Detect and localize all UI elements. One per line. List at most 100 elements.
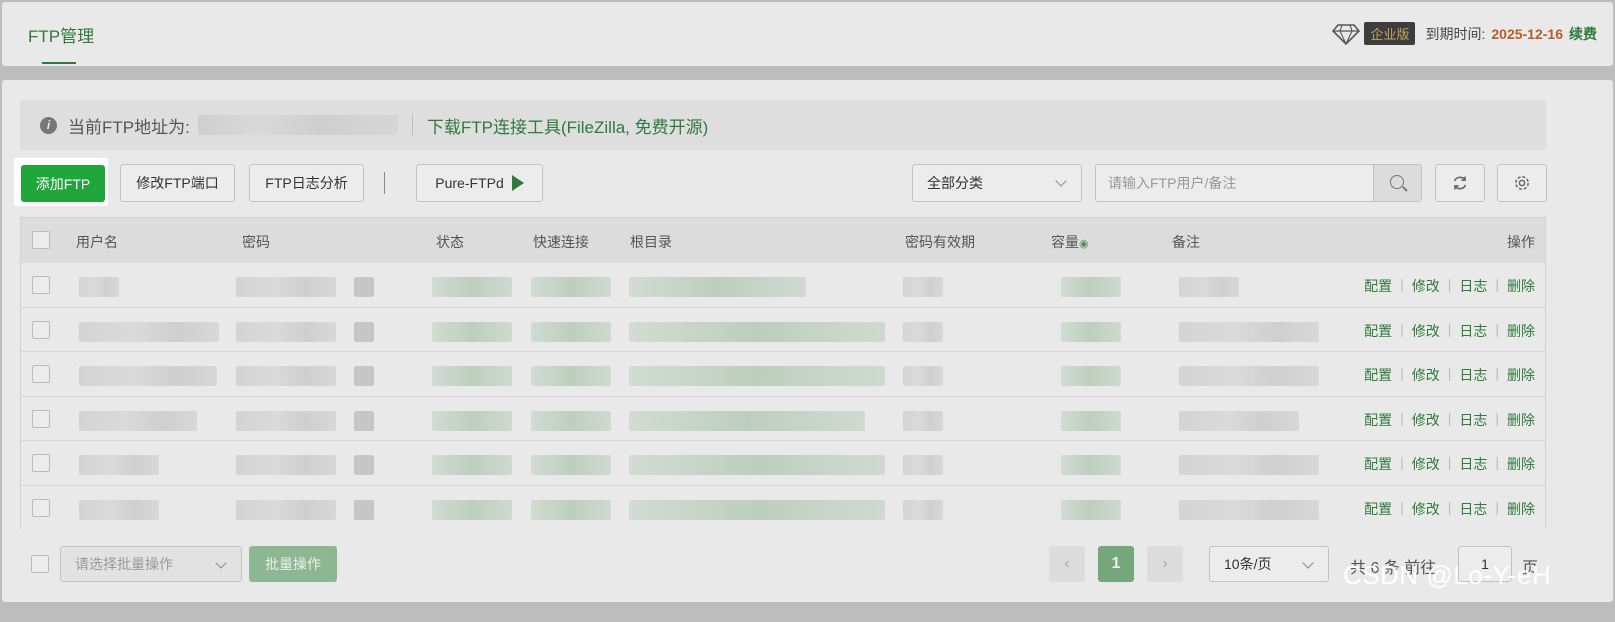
row-actions: 配置 | 修改 | 日志 | 删除 bbox=[1356, 499, 1535, 519]
edit-link[interactable]: 修改 bbox=[1404, 321, 1448, 341]
batch-operation-button[interactable]: 批量操作 bbox=[249, 546, 337, 582]
license-info: 企业版 到期时间: 2025-12-16 续费 bbox=[1332, 22, 1597, 45]
edit-link[interactable]: 修改 bbox=[1404, 276, 1448, 296]
refresh-button[interactable] bbox=[1435, 164, 1485, 202]
settings-button[interactable] bbox=[1497, 164, 1547, 202]
next-page-button[interactable]: › bbox=[1147, 546, 1183, 582]
page-number-current[interactable]: 1 bbox=[1098, 546, 1134, 582]
ftp-address-notice: i 当前FTP地址为: 下载FTP连接工具(FileZilla, 免费开源) bbox=[20, 100, 1546, 150]
log-link[interactable]: 日志 bbox=[1451, 410, 1495, 430]
delete-link[interactable]: 删除 bbox=[1499, 276, 1535, 296]
search-box bbox=[1095, 164, 1422, 202]
row-actions: 配置 | 修改 | 日志 | 删除 bbox=[1356, 365, 1535, 385]
redacted-cell bbox=[354, 277, 374, 297]
batch-placeholder: 请选择批量操作 bbox=[75, 556, 173, 572]
col-capacity: 容量◉ bbox=[1051, 232, 1089, 252]
divider bbox=[411, 115, 413, 135]
redacted-cell bbox=[432, 455, 512, 476]
redacted-cell bbox=[531, 410, 611, 431]
add-ftp-button[interactable]: 添加FTP bbox=[21, 165, 105, 202]
download-filezilla-link[interactable]: 下载FTP连接工具(FileZilla, 免费开源) bbox=[427, 113, 708, 138]
redacted-cell bbox=[1179, 321, 1319, 342]
log-link[interactable]: 日志 bbox=[1451, 454, 1495, 474]
row-checkbox[interactable] bbox=[32, 320, 50, 339]
delete-link[interactable]: 删除 bbox=[1499, 499, 1535, 519]
redacted-cell bbox=[903, 455, 943, 476]
edit-link[interactable]: 修改 bbox=[1404, 410, 1448, 430]
tab-ftp-manage[interactable]: FTP管理 bbox=[28, 22, 94, 47]
redacted-cell bbox=[432, 321, 512, 342]
modify-port-button[interactable]: 修改FTP端口 bbox=[120, 164, 235, 202]
redacted-cell bbox=[1061, 410, 1121, 431]
table-header: 用户名 密码 状态 快速连接 根目录 密码有效期 容量◉ 备注 操作 bbox=[21, 218, 1545, 263]
expire-label: 到期时间: bbox=[1425, 25, 1486, 42]
prev-page-button[interactable]: ‹ bbox=[1049, 546, 1085, 582]
col-quick-connect: 快速连接 bbox=[533, 234, 589, 250]
col-username[interactable]: 用户名 bbox=[76, 232, 118, 252]
log-link[interactable]: 日志 bbox=[1451, 365, 1495, 385]
edit-link[interactable]: 修改 bbox=[1404, 454, 1448, 474]
delete-link[interactable]: 删除 bbox=[1499, 454, 1535, 474]
row-checkbox[interactable] bbox=[32, 365, 50, 384]
select-all-checkbox[interactable] bbox=[32, 231, 50, 249]
config-link[interactable]: 配置 bbox=[1356, 410, 1400, 430]
redacted-cell bbox=[903, 277, 943, 297]
toolbar-divider bbox=[384, 172, 385, 194]
config-link[interactable]: 配置 bbox=[1356, 321, 1400, 341]
edit-link[interactable]: 修改 bbox=[1404, 499, 1448, 519]
batch-operation-select[interactable]: 请选择批量操作 bbox=[60, 546, 242, 582]
redacted-cell bbox=[531, 277, 611, 297]
redacted-cell bbox=[903, 366, 943, 387]
col-remark: 备注 bbox=[1172, 234, 1200, 250]
edit-link[interactable]: 修改 bbox=[1404, 365, 1448, 385]
redacted-cell bbox=[531, 321, 611, 342]
address-value-redacted bbox=[197, 115, 398, 135]
renew-link[interactable]: 续费 bbox=[1569, 24, 1597, 44]
row-checkbox[interactable] bbox=[32, 276, 50, 294]
delete-link[interactable]: 删除 bbox=[1499, 365, 1535, 385]
edition-badge: 企业版 bbox=[1364, 22, 1416, 45]
pure-ftpd-button[interactable]: Pure-FTPd bbox=[416, 164, 543, 202]
config-link[interactable]: 配置 bbox=[1356, 365, 1400, 385]
delete-link[interactable]: 删除 bbox=[1499, 321, 1535, 341]
redacted-cell bbox=[354, 500, 374, 520]
config-link[interactable]: 配置 bbox=[1356, 276, 1400, 296]
diamond-icon bbox=[1332, 23, 1361, 45]
config-link[interactable]: 配置 bbox=[1356, 499, 1400, 519]
search-input[interactable] bbox=[1096, 165, 1373, 201]
redacted-cell bbox=[531, 455, 611, 476]
footer-select-all-checkbox[interactable] bbox=[31, 555, 49, 573]
expire-date: 2025-12-16 bbox=[1491, 25, 1563, 42]
row-actions: 配置 | 修改 | 日志 | 删除 bbox=[1356, 276, 1535, 296]
row-checkbox[interactable] bbox=[32, 499, 50, 517]
config-link[interactable]: 配置 bbox=[1356, 454, 1400, 474]
redacted-cell bbox=[1179, 455, 1319, 476]
log-analysis-button[interactable]: FTP日志分析 bbox=[249, 164, 364, 202]
delete-link[interactable]: 删除 bbox=[1499, 410, 1535, 430]
redacted-cell bbox=[432, 410, 512, 431]
category-select[interactable]: 全部分类 bbox=[912, 164, 1082, 202]
redacted-cell bbox=[354, 455, 374, 476]
redacted-cell bbox=[531, 500, 611, 520]
watermark: CSDN @Lo-Y-eH bbox=[1343, 560, 1552, 590]
col-status: 状态 bbox=[436, 234, 464, 250]
chevron-left-icon: ‹ bbox=[1064, 555, 1070, 572]
log-link[interactable]: 日志 bbox=[1451, 499, 1495, 519]
redacted-cell bbox=[1061, 277, 1121, 297]
redacted-cell bbox=[432, 366, 512, 387]
redacted-cell bbox=[79, 277, 119, 297]
search-button[interactable] bbox=[1373, 165, 1421, 201]
row-actions: 配置 | 修改 | 日志 | 删除 bbox=[1356, 410, 1535, 430]
log-link[interactable]: 日志 bbox=[1451, 276, 1495, 296]
page-size-select[interactable]: 10条/页 bbox=[1209, 546, 1329, 582]
log-link[interactable]: 日志 bbox=[1451, 321, 1495, 341]
table-row: 配置 | 修改 | 日志 | 删除 bbox=[21, 352, 1545, 397]
redacted-cell bbox=[629, 366, 885, 387]
eye-icon[interactable]: ◉ bbox=[1079, 238, 1089, 250]
col-expiry[interactable]: 密码有效期 bbox=[905, 232, 975, 252]
row-checkbox[interactable] bbox=[32, 454, 50, 473]
row-checkbox[interactable] bbox=[32, 409, 50, 428]
redacted-cell bbox=[1179, 500, 1319, 520]
chevron-down-icon bbox=[1055, 175, 1067, 187]
redacted-cell bbox=[236, 500, 336, 520]
